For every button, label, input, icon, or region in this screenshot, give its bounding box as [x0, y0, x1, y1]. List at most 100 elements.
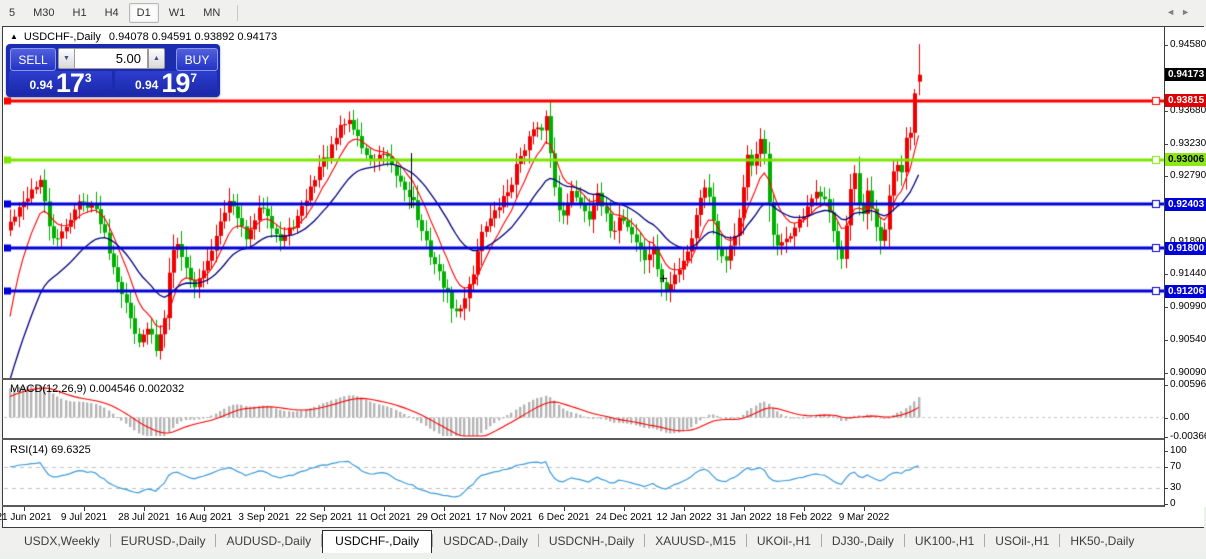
- timeframe-button-d1[interactable]: D1: [129, 3, 159, 23]
- price-tick-label: 0.90990: [1170, 301, 1206, 312]
- scroll-tabs-left-icon[interactable]: ◄: [1166, 7, 1181, 17]
- timeframe-button-w1[interactable]: W1: [161, 3, 194, 23]
- price-level-badge: 0.92403: [1165, 198, 1206, 211]
- axis-tick-mark: [1165, 437, 1168, 438]
- axis-tick-mark: [1165, 451, 1168, 452]
- chart-symbol-label: USDCHF-,Daily: [24, 31, 101, 43]
- one-click-trade-panel: SELL ▼ 5.00 ▲ BUY 0.94173 0.94197: [6, 44, 220, 97]
- date-tick-mark: [324, 507, 325, 511]
- date-tick-mark: [744, 507, 745, 511]
- date-tick-mark: [264, 507, 265, 511]
- rsi-tick-label: 70: [1170, 461, 1181, 472]
- axis-tick-mark: [1165, 340, 1168, 341]
- timeframe-button-m30[interactable]: M30: [25, 3, 62, 23]
- timeframe-toolbar: 5M30H1H4D1W1MN: [0, 0, 1206, 25]
- price-tick-label: 0.91440: [1170, 268, 1206, 279]
- chart-tab-hk50-daily[interactable]: HK50-,Daily: [1060, 531, 1144, 552]
- chart-title: ▲ USDCHF-,Daily 0.94078 0.94591 0.93892 0.…: [10, 31, 277, 43]
- date-tick-mark: [84, 507, 85, 511]
- axis-tick-mark: [1165, 373, 1168, 374]
- chart-ohlc-values: 0.94078 0.94591 0.93892 0.94173: [109, 31, 277, 43]
- price-tick-label: 0.90090: [1170, 367, 1206, 378]
- chart-tab-xauusd-m15[interactable]: XAUUSD-,M15: [645, 531, 746, 552]
- price-level-badge: 0.94173: [1165, 68, 1206, 81]
- date-tick-mark: [504, 507, 505, 511]
- volume-input[interactable]: 5.00: [74, 48, 148, 69]
- axis-tick-mark: [1165, 504, 1168, 505]
- date-tick-mark: [864, 507, 865, 511]
- sell-price-big: 17: [56, 72, 84, 94]
- axis-tick-mark: [1165, 418, 1168, 419]
- scroll-tabs-right-icon[interactable]: ►: [1181, 7, 1196, 17]
- sell-price-display[interactable]: 0.94 173: [9, 71, 112, 95]
- price-level-badge: 0.91206: [1165, 285, 1206, 298]
- axis-tick-mark: [1165, 488, 1168, 489]
- buy-price-sup: 7: [190, 71, 197, 85]
- chart-tab-usdchf-daily[interactable]: USDCHF-,Daily: [322, 530, 432, 553]
- axis-tick-mark: [1165, 45, 1168, 46]
- buy-price-prefix: 0.94: [135, 78, 158, 92]
- rsi-indicator-canvas[interactable]: [4, 440, 1164, 505]
- price-axis: 0.945800.936800.932300.927900.923400.918…: [1164, 27, 1206, 507]
- date-tick-mark: [564, 507, 565, 511]
- timeframe-button-5[interactable]: 5: [1, 3, 23, 23]
- price-tick-label: 0.92790: [1170, 170, 1206, 181]
- date-tick-mark: [144, 507, 145, 511]
- rsi-tick-label: 0: [1170, 498, 1176, 509]
- buy-price-display[interactable]: 0.94197: [115, 71, 217, 95]
- chart-tab-ukoil-h1[interactable]: UKOil-,H1: [747, 531, 821, 552]
- axis-tick-mark: [1165, 176, 1168, 177]
- macd-label: MACD(12,26,9) 0.004546 0.002032: [10, 383, 184, 395]
- toolbar-separator: [237, 5, 238, 21]
- arrow-up-icon: ▲: [153, 55, 160, 62]
- date-tick-mark: [384, 507, 385, 511]
- chart-tab-eurusd-daily[interactable]: EURUSD-,Daily: [111, 531, 216, 552]
- chart-tab-audusd-daily[interactable]: AUDUSD-,Daily: [216, 531, 321, 552]
- sell-button[interactable]: SELL: [10, 48, 56, 71]
- axis-tick-mark: [1165, 274, 1168, 275]
- pane-separator[interactable]: [2, 378, 1206, 380]
- rsi-tick-label: 30: [1170, 482, 1181, 493]
- axis-tick-mark: [1165, 111, 1168, 112]
- rsi-tick-label: 100: [1170, 445, 1187, 456]
- macd-tick-label: 0.005963: [1170, 379, 1206, 390]
- axis-tick-mark: [1165, 467, 1168, 468]
- pane-separator[interactable]: [2, 438, 1206, 440]
- axis-tick-mark: [1165, 385, 1168, 386]
- price-level-badge: 0.93006: [1165, 153, 1206, 166]
- price-level-badge: 0.93815: [1165, 94, 1206, 107]
- date-tick-mark: [684, 507, 685, 511]
- axis-tick-mark: [1165, 307, 1168, 308]
- price-tick-label: 0.94580: [1170, 39, 1206, 50]
- date-tick-label: 9 Mar 2022: [824, 512, 904, 523]
- tab-scroll-arrows: ◄►: [1166, 7, 1196, 17]
- collapse-chart-icon[interactable]: ▲: [10, 32, 18, 41]
- chart-tab-usoil-h1[interactable]: USOil-,H1: [985, 531, 1059, 552]
- chart-tab-dj30-daily[interactable]: DJ30-,Daily: [822, 531, 904, 552]
- date-tick-mark: [24, 507, 25, 511]
- price-level-badge: 0.91800: [1165, 242, 1206, 255]
- date-tick-mark: [804, 507, 805, 511]
- sell-price-sup: 3: [85, 71, 92, 85]
- chart-tab-uk100-h1[interactable]: UK100-,H1: [905, 531, 984, 552]
- date-tick-mark: [204, 507, 205, 511]
- rsi-label: RSI(14) 69.6325: [10, 444, 91, 456]
- price-tick-label: 0.93230: [1170, 138, 1206, 149]
- date-axis: 21 Jun 20219 Jul 202128 Jul 202116 Aug 2…: [4, 507, 1164, 527]
- timeframe-button-h1[interactable]: H1: [65, 3, 95, 23]
- arrow-down-icon: ▼: [63, 55, 70, 62]
- volume-decrease-button[interactable]: ▼: [58, 48, 75, 69]
- price-tick-label: 0.90540: [1170, 334, 1206, 345]
- symbol-tabs-bar: USDX,WeeklyEURUSD-,DailyAUDUSD-,DailyUSD…: [0, 529, 1206, 552]
- macd-tick-label: 0.00: [1170, 412, 1189, 423]
- sell-price-prefix: 0.94: [29, 78, 52, 92]
- volume-increase-button[interactable]: ▲: [148, 48, 165, 69]
- timeframe-button-h4[interactable]: H4: [97, 3, 127, 23]
- timeframe-button-mn[interactable]: MN: [195, 3, 228, 23]
- axis-tick-mark: [1165, 144, 1168, 145]
- buy-price-big: 19: [161, 72, 189, 94]
- chart-tab-usdx-weekly[interactable]: USDX,Weekly: [14, 531, 110, 552]
- macd-tick-label: -0.003664: [1170, 431, 1206, 442]
- chart-tab-usdcnh-daily[interactable]: USDCNH-,Daily: [539, 531, 644, 552]
- chart-tab-usdcad-daily[interactable]: USDCAD-,Daily: [433, 531, 538, 552]
